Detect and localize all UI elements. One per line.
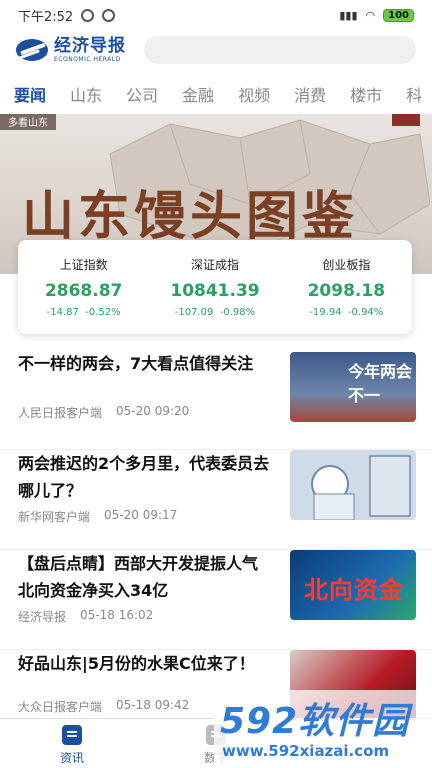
news-meta: 新华网客户端 05-20 09:17 — [18, 508, 177, 525]
watermark-brand: 592软件园 — [220, 701, 410, 742]
news-thumbnail: 北向资金 — [290, 550, 416, 620]
market-index-card[interactable]: 上证指数 2868.87 -14.87 -0.52% 深证成指 10841.39… — [18, 240, 412, 334]
news-time: 05-20 09:17 — [104, 508, 178, 522]
index-name: 上证指数 — [59, 258, 108, 272]
tab-consumer[interactable]: 消费 — [294, 82, 326, 106]
news-time: 05-20 09:20 — [116, 404, 190, 418]
watermark-url: www.592xiazai.com — [222, 742, 390, 760]
battery-icon: 100 — [383, 8, 414, 22]
notification-icon — [81, 8, 95, 22]
wifi-icon: ◠ — [365, 8, 376, 22]
notification-icon-2 — [102, 8, 116, 22]
news-meta: 人民日报客户端 05-20 09:20 — [18, 404, 189, 421]
tab-property[interactable]: 楼市 — [350, 82, 382, 106]
index-change: -107.09 -0.98% — [174, 307, 256, 318]
news-title: 【盘后点睛】西部大开发提振人气 北向资金净买入34亿 — [18, 554, 259, 600]
news-title: 不一样的两会，7大看点值得关注 — [18, 354, 254, 373]
search-input[interactable] — [144, 36, 416, 64]
status-time: 下午2:52 — [18, 9, 74, 25]
logo-title: 经济导报 — [54, 35, 126, 56]
nav-news[interactable]: 资讯 — [0, 719, 144, 768]
news-thumbnail — [290, 450, 416, 520]
news-source: 经济导报 — [18, 610, 67, 624]
news-item[interactable]: 【盘后点睛】西部大开发提振人气 北向资金净买入34亿 经济导报 05-18 16… — [0, 550, 432, 650]
category-tabs: 要闻 山东 公司 金融 视频 消费 楼市 科 — [0, 78, 432, 110]
banner-corner-label: 多看山东 — [0, 114, 56, 130]
news-icon — [62, 725, 82, 745]
index-name: 深证成指 — [190, 258, 239, 272]
tab-finance[interactable]: 金融 — [182, 82, 214, 106]
tab-company[interactable]: 公司 — [126, 82, 158, 106]
banner-tag — [392, 114, 420, 126]
app-header: 经济导报 ECONOMIC HERALD — [0, 30, 432, 70]
banner-title: 山东馒头图鉴 — [22, 186, 359, 247]
news-source: 大众日报客户端 — [18, 700, 103, 714]
signal-icon: ▮▮▮ — [339, 8, 358, 22]
index-shanghai[interactable]: 上证指数 2868.87 -14.87 -0.52% — [18, 240, 149, 334]
news-time: 05-18 09:42 — [116, 698, 190, 712]
tab-shandong[interactable]: 山东 — [70, 82, 102, 106]
news-thumbnail: 今年两会 不一 — [290, 352, 416, 422]
app-logo[interactable]: 经济导报 ECONOMIC HERALD — [16, 35, 126, 63]
status-bar: 下午2:52 ▮▮▮ ◠ 100 — [0, 0, 432, 30]
news-source: 人民日报客户端 — [18, 406, 103, 420]
news-title: 好品山东|5月份的水果C位来了！ — [18, 654, 255, 673]
index-chinext[interactable]: 创业板指 2098.18 -19.94 -0.94% — [281, 240, 412, 334]
news-meta: 大众日报客户端 05-18 09:42 — [18, 698, 189, 715]
index-change: -19.94 -0.94% — [309, 307, 384, 318]
tab-tech[interactable]: 科 — [406, 82, 422, 106]
news-item[interactable]: 两会推迟的2个多月里，代表委员去哪儿了？ 新华网客户端 05-20 09:17 — [0, 450, 432, 550]
news-time: 05-18 16:02 — [80, 608, 154, 622]
index-value: 10841.39 — [170, 281, 260, 301]
index-shenzhen[interactable]: 深证成指 10841.39 -107.09 -0.98% — [149, 240, 280, 334]
news-source: 新华网客户端 — [18, 510, 91, 524]
doctor-illustration — [311, 455, 411, 520]
news-item[interactable]: 不一样的两会，7大看点值得关注 人民日报客户端 05-20 09:20 今年两会… — [0, 350, 432, 450]
news-title: 两会推迟的2个多月里，代表委员去哪儿了？ — [18, 454, 270, 500]
watermark: 592软件园 www.592xiazai.com — [214, 690, 432, 768]
tab-yaowen[interactable]: 要闻 — [14, 82, 46, 106]
index-name: 创业板指 — [322, 258, 371, 272]
index-value: 2868.87 — [44, 281, 123, 301]
index-change: -14.87 -0.52% — [46, 307, 121, 318]
logo-subtitle: ECONOMIC HERALD — [54, 55, 121, 63]
news-meta: 经济导报 05-18 16:02 — [18, 608, 153, 625]
index-value: 2098.18 — [307, 281, 386, 301]
logo-icon — [16, 39, 48, 61]
tab-video[interactable]: 视频 — [238, 82, 270, 106]
